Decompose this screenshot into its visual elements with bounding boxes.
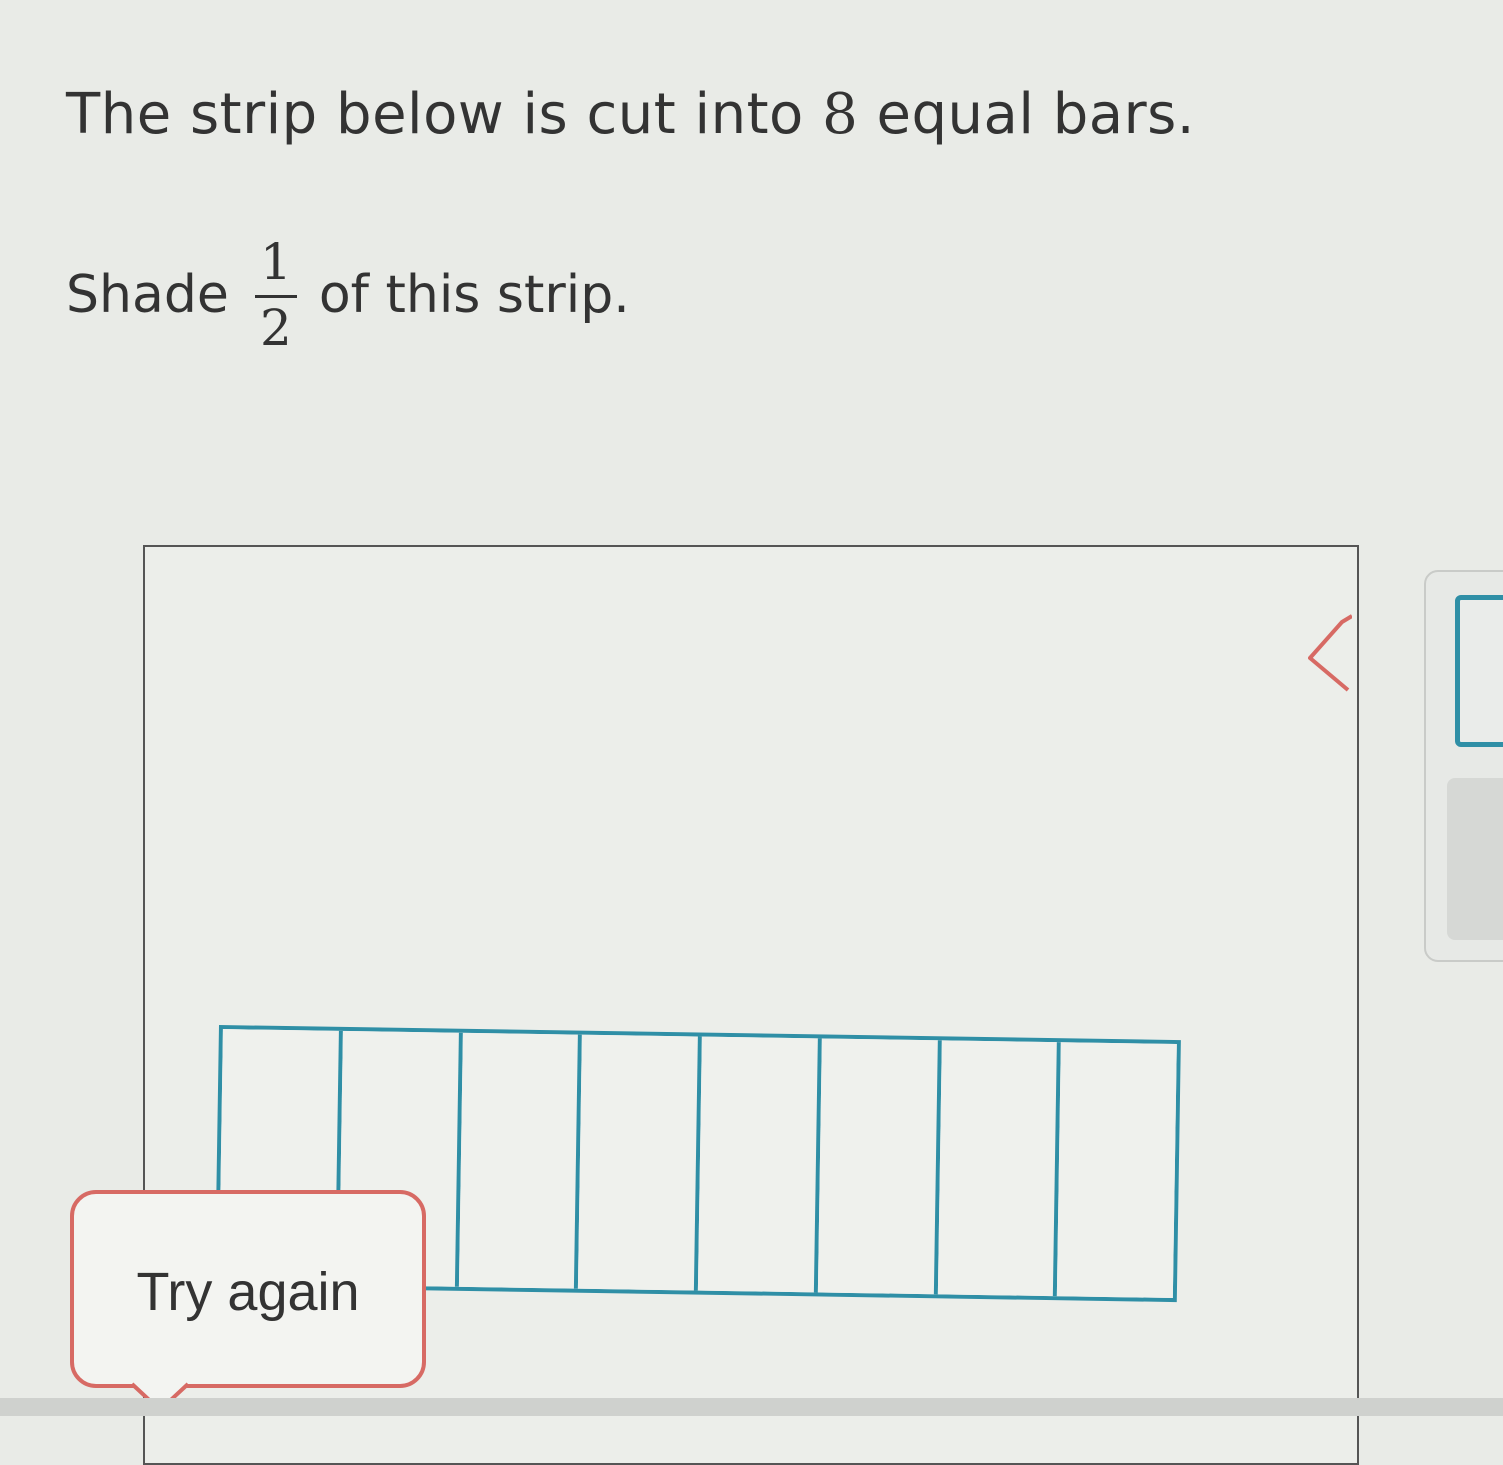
question-line-1: The strip below is cut into 8 equal bars… — [66, 82, 1195, 147]
strip-bar-6[interactable] — [817, 1038, 942, 1295]
question-line-1-suffix: equal bars. — [858, 82, 1196, 147]
fraction-bar — [254, 294, 297, 298]
question-line-2: Shade 1 2 of this strip. — [66, 236, 630, 354]
strip-bar-3[interactable] — [458, 1032, 583, 1289]
fraction-denominator: 2 — [259, 298, 292, 357]
fraction-numerator: 1 — [259, 233, 292, 291]
strip-bar-7[interactable] — [937, 1040, 1062, 1297]
strip-bar-5[interactable] — [697, 1036, 822, 1293]
strip-bar-8[interactable] — [1057, 1042, 1177, 1299]
bottom-scroll-edge — [0, 1398, 1503, 1416]
bar-count-number: 8 — [822, 82, 859, 147]
eraser-icon[interactable] — [1308, 612, 1352, 692]
question-line-2-suffix: of this strip. — [318, 265, 630, 325]
feedback-message: Try again — [136, 1262, 360, 1322]
question-line-1-prefix: The strip below is cut into — [66, 82, 823, 147]
feedback-tooltip: Try again — [70, 1190, 426, 1388]
side-tool-button[interactable] — [1455, 595, 1503, 747]
strip-bar-4[interactable] — [578, 1034, 702, 1291]
side-tool-button-secondary[interactable] — [1447, 778, 1503, 940]
shade-label: Shade — [66, 265, 229, 325]
fraction-one-half: 1 2 — [254, 233, 297, 357]
